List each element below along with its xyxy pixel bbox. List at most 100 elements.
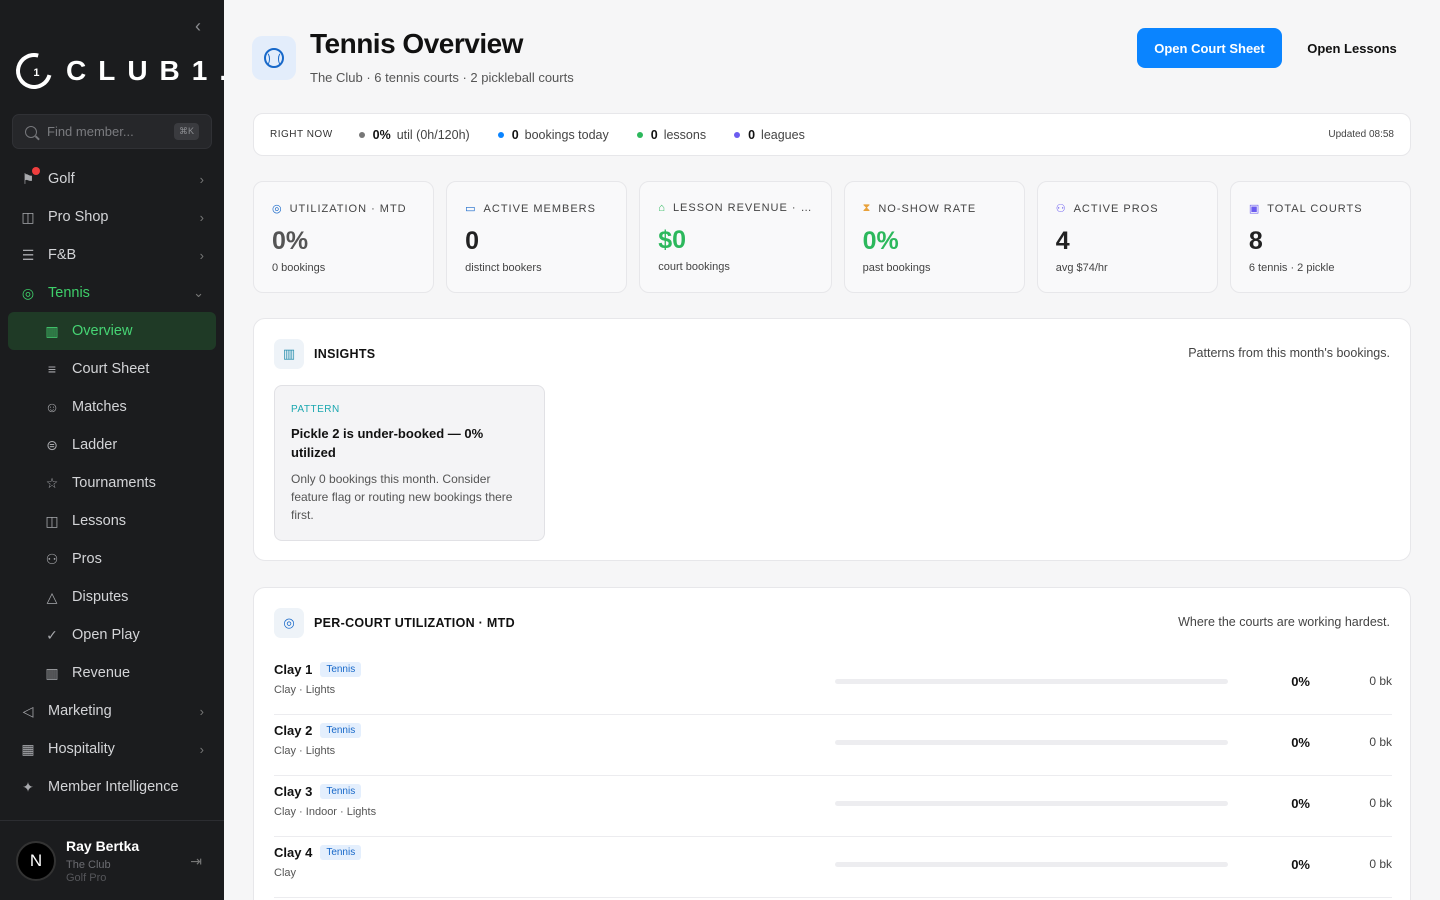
court-meta: Clay · Indoor · Lights xyxy=(274,806,377,818)
club1-logo[interactable]: 1 CLUB1. xyxy=(9,46,224,96)
sidebar-item-overview[interactable]: ▥ Overview xyxy=(8,312,216,350)
sidebar-item-disputes[interactable]: △ Disputes xyxy=(8,578,216,616)
chart-icon: ▥ xyxy=(45,322,59,339)
table-row[interactable]: Clay 1 Tennis Clay · Lights 0% 0 bk xyxy=(274,654,1392,715)
table-row[interactable]: Clay 3 Tennis Clay · Indoor · Lights 0% 0… xyxy=(274,776,1392,837)
sidebar-item-pros[interactable]: ⚇ Pros xyxy=(8,540,216,578)
member-search-input[interactable] xyxy=(47,124,167,139)
bar-chart-icon: ▥ xyxy=(274,339,304,369)
sidebar-item-label: Hospitality xyxy=(48,741,115,757)
stat-value: 8 xyxy=(1248,227,1263,255)
stat-note: 0 bookings xyxy=(272,262,326,274)
building-icon: ▦ xyxy=(21,740,35,757)
right-now-bar: RIGHT NOW 0% util (0h/120h) 0 bookings t… xyxy=(253,113,1411,156)
sidebar-item-label: Open Play xyxy=(72,627,140,643)
insight-tag: PATTERN xyxy=(291,404,340,415)
utilization-percent: 0% xyxy=(1291,735,1310,750)
stat-card-lesson-revenue[interactable]: ⌂ LESSON REVENUE · … $0 court bookings xyxy=(639,181,832,293)
stat-card-utilization[interactable]: ◎ UTILIZATION · MTD 0% 0 bookings xyxy=(253,181,435,293)
logout-icon[interactable]: ⇥ xyxy=(190,853,202,870)
table-row[interactable]: Clay 2 Tennis Clay · Lights 0% 0 bk xyxy=(274,715,1392,776)
panel-title: INSIGHTS xyxy=(314,347,376,361)
user-club: The Club xyxy=(66,859,111,871)
sidebar-item-open-play[interactable]: ✓ Open Play xyxy=(8,616,216,654)
sidebar-item-label: F&B xyxy=(48,247,77,263)
notification-dot xyxy=(32,167,40,175)
sidebar-item-label: Marketing xyxy=(48,703,112,719)
court-meta: Clay xyxy=(274,867,297,879)
sidebar-item-tournaments[interactable]: ☆ Tournaments xyxy=(8,464,216,502)
court-type-tag: Tennis xyxy=(320,723,362,738)
warning-icon: △ xyxy=(46,588,58,605)
stat-value: 0% xyxy=(272,227,309,255)
stat-note: past bookings xyxy=(862,262,931,274)
user-icon: ⚇ xyxy=(1055,203,1067,215)
list-icon: ≡ xyxy=(47,361,57,377)
stat-cards: ◎ UTILIZATION · MTD 0% 0 bookings ▭ ACTIVE… xyxy=(253,181,1411,293)
book-icon: ◫ xyxy=(45,512,59,529)
sidebar-item-revenue[interactable]: ▥ Revenue xyxy=(8,654,216,692)
sidebar-item-marketing[interactable]: ◁ Marketing › xyxy=(8,692,216,730)
card-icon: ▭ xyxy=(465,203,477,215)
stat-note: court bookings xyxy=(658,261,730,273)
utilization-percent: 0% xyxy=(1291,674,1310,689)
panel-title: PER-COURT UTILIZATION · MTD xyxy=(314,616,515,630)
main-nav: ⚑ Golf › ◫ Pro Shop › ☰ F&B › ◎ Tennis ⌄… xyxy=(8,160,216,806)
smile-icon: ☺ xyxy=(44,399,60,415)
sidebar-item-label: Lessons xyxy=(72,513,127,529)
user-role: Golf Pro xyxy=(66,872,107,884)
sidebar-item-member-intelligence[interactable]: ✦ Member Intelligence xyxy=(8,768,216,806)
right-now-bookings: 0 bookings today xyxy=(497,128,609,142)
stat-card-active-members[interactable]: ▭ ACTIVE MEMBERS 0 distinct bookers xyxy=(446,181,628,293)
users-icon: ⚇ xyxy=(45,550,59,567)
insight-card[interactable]: PATTERN Pickle 2 is under-booked — 0% ut… xyxy=(274,385,545,541)
booking-count: 0 bk xyxy=(1369,796,1392,810)
open-court-sheet-button[interactable]: Open Court Sheet xyxy=(1137,28,1282,68)
stat-value: 0% xyxy=(862,227,899,255)
calendar-icon: ▣ xyxy=(1248,203,1261,215)
court-type-tag: Tennis xyxy=(320,662,362,677)
main-content: Tennis Overview The Club · 6 tennis cour… xyxy=(224,0,1440,900)
hourglass-icon: ⧗ xyxy=(862,202,872,214)
sidebar-item-label: Overview xyxy=(72,323,133,339)
sidebar-item-label: Disputes xyxy=(72,589,129,605)
sidebar-item-matches[interactable]: ☺ Matches xyxy=(8,388,216,426)
stat-card-total-courts[interactable]: ▣ TOTAL COURTS 8 6 tennis · 2 pickle xyxy=(1229,181,1411,293)
check-circle-icon: ✓ xyxy=(46,626,58,643)
sidebar-item-label: Court Sheet xyxy=(72,361,150,377)
member-search[interactable]: ⌘K xyxy=(12,114,212,149)
sidebar-item-hospitality[interactable]: ▦ Hospitality › xyxy=(8,730,216,768)
shortcut-badge: ⌘K xyxy=(173,123,199,140)
sparkle-icon: ✦ xyxy=(22,778,34,795)
open-lessons-button[interactable]: Open Lessons xyxy=(1294,28,1410,68)
sidebar-item-court-sheet[interactable]: ≡ Court Sheet xyxy=(8,350,216,388)
bar-chart-icon: ▥ xyxy=(45,664,59,681)
chevron-left-icon[interactable]: ‹ xyxy=(190,16,206,36)
sidebar-item-lessons[interactable]: ◫ Lessons xyxy=(8,502,216,540)
stat-card-active-pros[interactable]: ⚇ ACTIVE PROS 4 avg $74/hr xyxy=(1036,181,1218,293)
right-now-utilization: 0% util (0h/120h) xyxy=(358,128,470,142)
court-meta: Clay · Lights xyxy=(274,745,336,757)
chevron-right-icon: › xyxy=(199,247,204,263)
sidebar-item-label: Revenue xyxy=(72,665,131,681)
sidebar-item-fnb[interactable]: ☰ F&B › xyxy=(8,236,216,274)
sidebar-item-ladder[interactable]: ⊜ Ladder xyxy=(8,426,216,464)
insight-title: Pickle 2 is under-booked — 0% utilized xyxy=(291,426,484,460)
sidebar-item-golf[interactable]: ⚑ Golf › xyxy=(8,160,216,198)
utilization-bar xyxy=(835,801,1228,806)
sidebar-item-pro-shop[interactable]: ◫ Pro Shop › xyxy=(8,198,216,236)
tennis-icon: ◎ xyxy=(21,284,35,301)
sidebar-item-label: Pros xyxy=(72,551,102,567)
status-dot xyxy=(358,131,365,138)
user-profile[interactable]: N Ray Bertka The Club Golf Pro ⇥ xyxy=(0,820,224,900)
stat-value: 0 xyxy=(465,227,480,255)
updated-timestamp: Updated 08:58 xyxy=(1328,129,1394,140)
right-now-label: RIGHT NOW xyxy=(270,129,333,140)
table-row[interactable]: Clay 4 Tennis Clay 0% 0 bk xyxy=(274,837,1392,898)
court-type-tag: Tennis xyxy=(320,845,362,860)
sidebar-item-label: Matches xyxy=(72,399,127,415)
stat-card-no-show-rate[interactable]: ⧗ NO-SHOW RATE 0% past bookings xyxy=(843,181,1025,293)
panel-subtitle: Where the courts are working hardest. xyxy=(1178,615,1390,629)
sidebar-item-tennis[interactable]: ◎ Tennis ⌄ xyxy=(8,274,216,312)
search-icon xyxy=(25,125,37,138)
